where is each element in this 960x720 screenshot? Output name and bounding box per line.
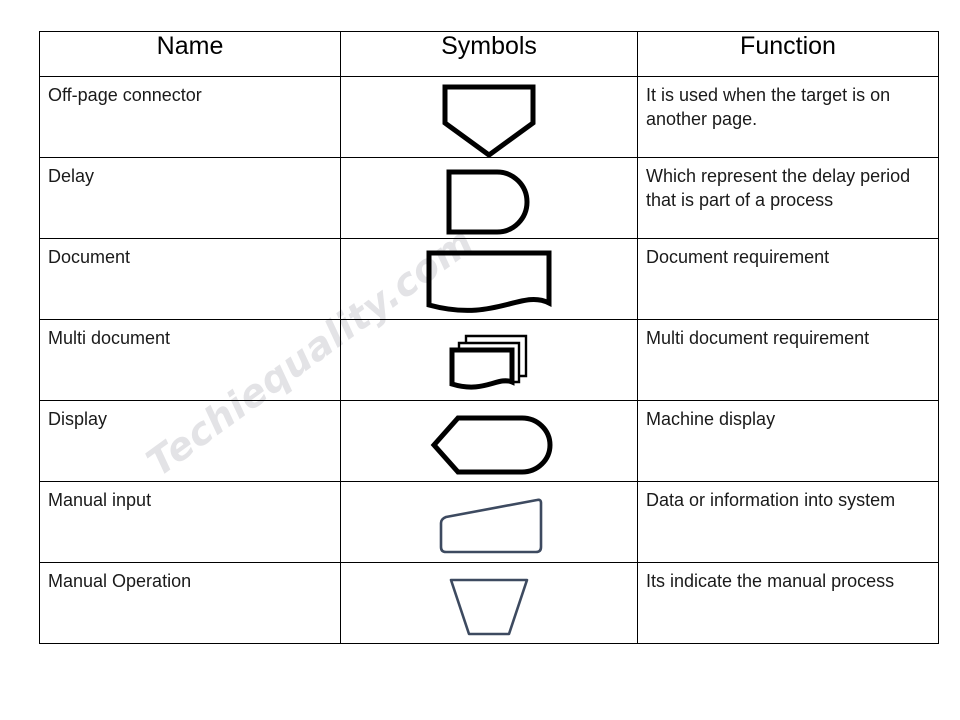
cell-function: Document requirement (637, 238, 939, 320)
column-header-symbols: Symbols (340, 31, 638, 77)
flowchart-symbols-page: Techiequality.com Name Symbols Function … (0, 0, 960, 720)
row-function-label: It is used when the target is on another… (646, 85, 891, 129)
manual-operation-icon (341, 563, 637, 647)
cell-name: Document (39, 238, 341, 320)
table-row: Document Document requirement (39, 238, 939, 323)
cell-symbol (340, 319, 638, 404)
cell-function: Multi document requirement (637, 319, 939, 401)
cell-name: Delay (39, 157, 341, 239)
row-function-label: Multi document requirement (646, 328, 870, 348)
cell-name: Display (39, 400, 341, 482)
row-name-label: Display (48, 409, 108, 429)
row-function-label: Which represent the delay period that is… (646, 166, 911, 210)
row-function-label: Data or information into system (646, 490, 896, 510)
table-row: Manual Operation Its indicate the manual… (39, 562, 939, 647)
flowchart-symbols-table: Name Symbols Function Off-page connector (39, 31, 939, 644)
row-name-label: Manual Operation (48, 571, 192, 591)
cell-symbol (340, 562, 638, 647)
row-function-label: Its indicate the manual process (646, 571, 895, 591)
cell-symbol (340, 76, 638, 161)
display-icon (341, 401, 637, 485)
cell-name: Manual Operation (39, 562, 341, 644)
table-row: Delay Which represent the delay period t… (39, 157, 939, 242)
cell-symbol (340, 238, 638, 323)
row-name-label: Delay (48, 166, 95, 186)
cell-name: Manual input (39, 481, 341, 563)
off-page-connector-icon (341, 77, 637, 161)
document-icon (341, 239, 637, 323)
cell-function: Data or information into system (637, 481, 939, 563)
row-name-label: Manual input (48, 490, 152, 510)
cell-function: It is used when the target is on another… (637, 76, 939, 158)
cell-name: Multi document (39, 319, 341, 401)
delay-icon (341, 158, 637, 242)
row-name-label: Multi document (48, 328, 171, 348)
table-row: Multi document Multi document requiremen… (39, 319, 939, 404)
table-header-row: Name Symbols Function (39, 31, 939, 77)
cell-name: Off-page connector (39, 76, 341, 158)
row-function-label: Machine display (646, 409, 776, 429)
cell-symbol (340, 400, 638, 485)
cell-function: Which represent the delay period that is… (637, 157, 939, 239)
cell-symbol (340, 157, 638, 242)
cell-symbol (340, 481, 638, 566)
row-function-label: Document requirement (646, 247, 830, 267)
row-name-label: Document (48, 247, 131, 267)
column-header-function: Function (637, 31, 939, 77)
table-row: Manual input Data or information into sy… (39, 481, 939, 566)
multi-document-icon (341, 320, 637, 404)
column-header-name: Name (39, 31, 341, 77)
row-name-label: Off-page connector (48, 85, 202, 105)
table-row: Off-page connector It is used when the t… (39, 76, 939, 161)
table-row: Display Machine display (39, 400, 939, 485)
manual-input-icon (341, 482, 637, 566)
cell-function: Machine display (637, 400, 939, 482)
cell-function: Its indicate the manual process (637, 562, 939, 644)
